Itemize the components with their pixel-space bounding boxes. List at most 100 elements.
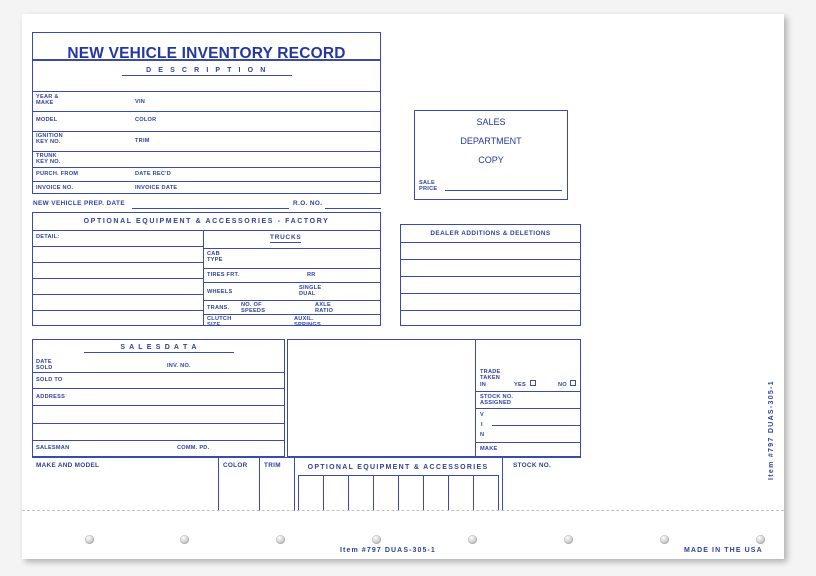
bottom-divider-trim [259,457,261,511]
label-bottom-trim: TRIM [264,462,281,469]
bottom-optional-box-left [298,475,300,511]
form-sheet: NEW VEHICLE INVENTORY RECORD D E S C R I… [22,14,784,559]
bottom-optional-col-4 [398,475,400,511]
sprocket-hole [468,535,477,544]
bottom-optional-heading: OPTIONAL EQUIPMENT & ACCESSORIES [307,464,489,471]
label-bottom-color: COLOR [223,462,248,469]
description-box [32,60,381,194]
trade-yes-checkbox[interactable] [530,380,536,386]
label-wheels: WHEELS [207,289,233,295]
sales-dept-line2: DEPARTMENT [460,136,522,146]
dealer-additions-rule-1 [400,259,581,261]
dealer-additions-heading-rule [400,242,581,244]
trucks-rule-2 [203,268,381,270]
sales-dept-line1: SALES [476,117,506,127]
description-rule-6 [32,181,381,183]
label-trade-make: MAKE [480,446,498,452]
description-rule-5 [32,167,381,169]
sprocket-hole [660,535,669,544]
label-vin-v: V [480,412,484,418]
sales-data-rule-5 [32,440,285,442]
label-purch-from: PURCH. FROM [36,171,79,177]
optional-factory-heading-rule [32,230,381,232]
trade-no-checkbox[interactable] [570,380,576,386]
label-new-vehicle-prep-date: NEW VEHICLE PREP. DATE [33,200,126,207]
label-auxil-springs: AUXIL. SPRINGS [294,316,321,329]
bottom-strip-top-rule [32,457,581,459]
description-rule-2 [32,111,381,113]
label-salesman: SALESMAN [36,445,70,451]
label-trade-taken-in: TRADE TAKEN IN [480,369,501,388]
label-invoice-date: INVOICE DATE [135,185,178,191]
trade-center-box [287,339,581,457]
label-cab-type: CAB TYPE [207,251,223,264]
detail-rule-3 [32,278,203,280]
label-sale-price: SALE PRICE [419,180,438,193]
label-make-and-model: MAKE AND MODEL [36,462,100,469]
description-rule-3 [32,131,381,133]
label-stock-no-assigned: STOCK NO. ASSIGNED [480,394,514,407]
bottom-divider-optional-right [502,457,504,511]
vin-writeon-rule [492,425,581,427]
label-invoice-no: INVOICE NO. [36,185,74,191]
label-vin-n: N [480,432,485,438]
bottom-divider-color [218,457,220,511]
sprocket-hole [756,535,765,544]
title-banner-box: NEW VEHICLE INVENTORY RECORD [32,32,381,62]
bottom-optional-col-6 [448,475,450,511]
label-year-make: YEAR & MAKE [36,94,59,107]
label-address: ADDRESS [36,394,66,400]
dealer-additions-rule-4 [400,310,581,312]
label-tires-rr: RR [307,272,316,278]
label-vin: VIN [135,99,146,105]
detail-rule-2 [32,262,203,264]
description-heading: D E S C R I P T I O N [122,67,292,76]
detail-rule-4 [32,294,203,296]
trucks-rule-4 [203,300,381,302]
dealer-additions-rule-2 [400,276,581,278]
sales-data-rule-3 [32,405,285,407]
screenshot-canvas: NEW VEHICLE INVENTORY RECORD D E S C R I… [0,0,816,576]
trucks-rule-3 [203,282,381,284]
description-rule-1 [32,91,381,93]
trade-rule-3 [475,442,581,444]
optional-factory-heading: OPTIONAL EQUIPMENT & ACCESSORIES - FACTO… [83,218,330,225]
sale-price-writeon-rule [445,190,562,192]
sprocket-hole [180,535,189,544]
label-trans: TRANS. [207,305,230,311]
trucks-heading: TRUCKS [270,234,302,244]
detail-rule-5 [32,310,203,312]
trade-vertical-divider [475,339,477,457]
label-single-dual: SINGLE DUAL [299,285,322,298]
bottom-optional-col-3 [373,475,375,511]
optional-factory-divider [203,230,205,326]
label-inv-no: INV. NO. [167,363,191,369]
label-bottom-stock-no: STOCK NO. [513,462,552,469]
bottom-optional-col-7 [473,475,475,511]
sales-data-rule-4 [32,423,285,425]
bottom-optional-col-1 [323,475,325,511]
sprocket-hole [276,535,285,544]
sales-data-rule-2 [32,388,285,390]
sales-dept-line3: COPY [478,155,504,165]
description-rule-4 [32,151,381,153]
detail-rule-1 [32,246,203,248]
trade-rule-2 [475,408,581,410]
label-trade-no: NO [558,382,567,388]
label-trade-yes: YES [514,382,526,388]
bottom-optional-col-5 [423,475,425,511]
label-vin-i: I [481,422,483,428]
label-no-of-speeds: NO. OF SPEEDS [241,302,266,315]
trucks-rule-5 [203,314,381,316]
footer-item-code: Item #797 DUAS-305-1 [340,547,436,554]
dealer-additions-rule-3 [400,293,581,295]
sales-data-heading: S A L E S D A T A [84,344,234,353]
sales-data-rule-1 [32,372,285,374]
label-trunk-key-no: TRUNK KEY NO. [36,153,61,166]
bottom-optional-col-2 [348,475,350,511]
label-date-recd: DATE REC'D [135,171,172,177]
side-item-code: Item #797 DUAS-305-1 [768,380,775,480]
label-trim: TRIM [135,138,150,144]
label-clutch-size: CLUTCH SIZE [207,316,232,329]
label-detail: DETAIL: [36,234,60,240]
